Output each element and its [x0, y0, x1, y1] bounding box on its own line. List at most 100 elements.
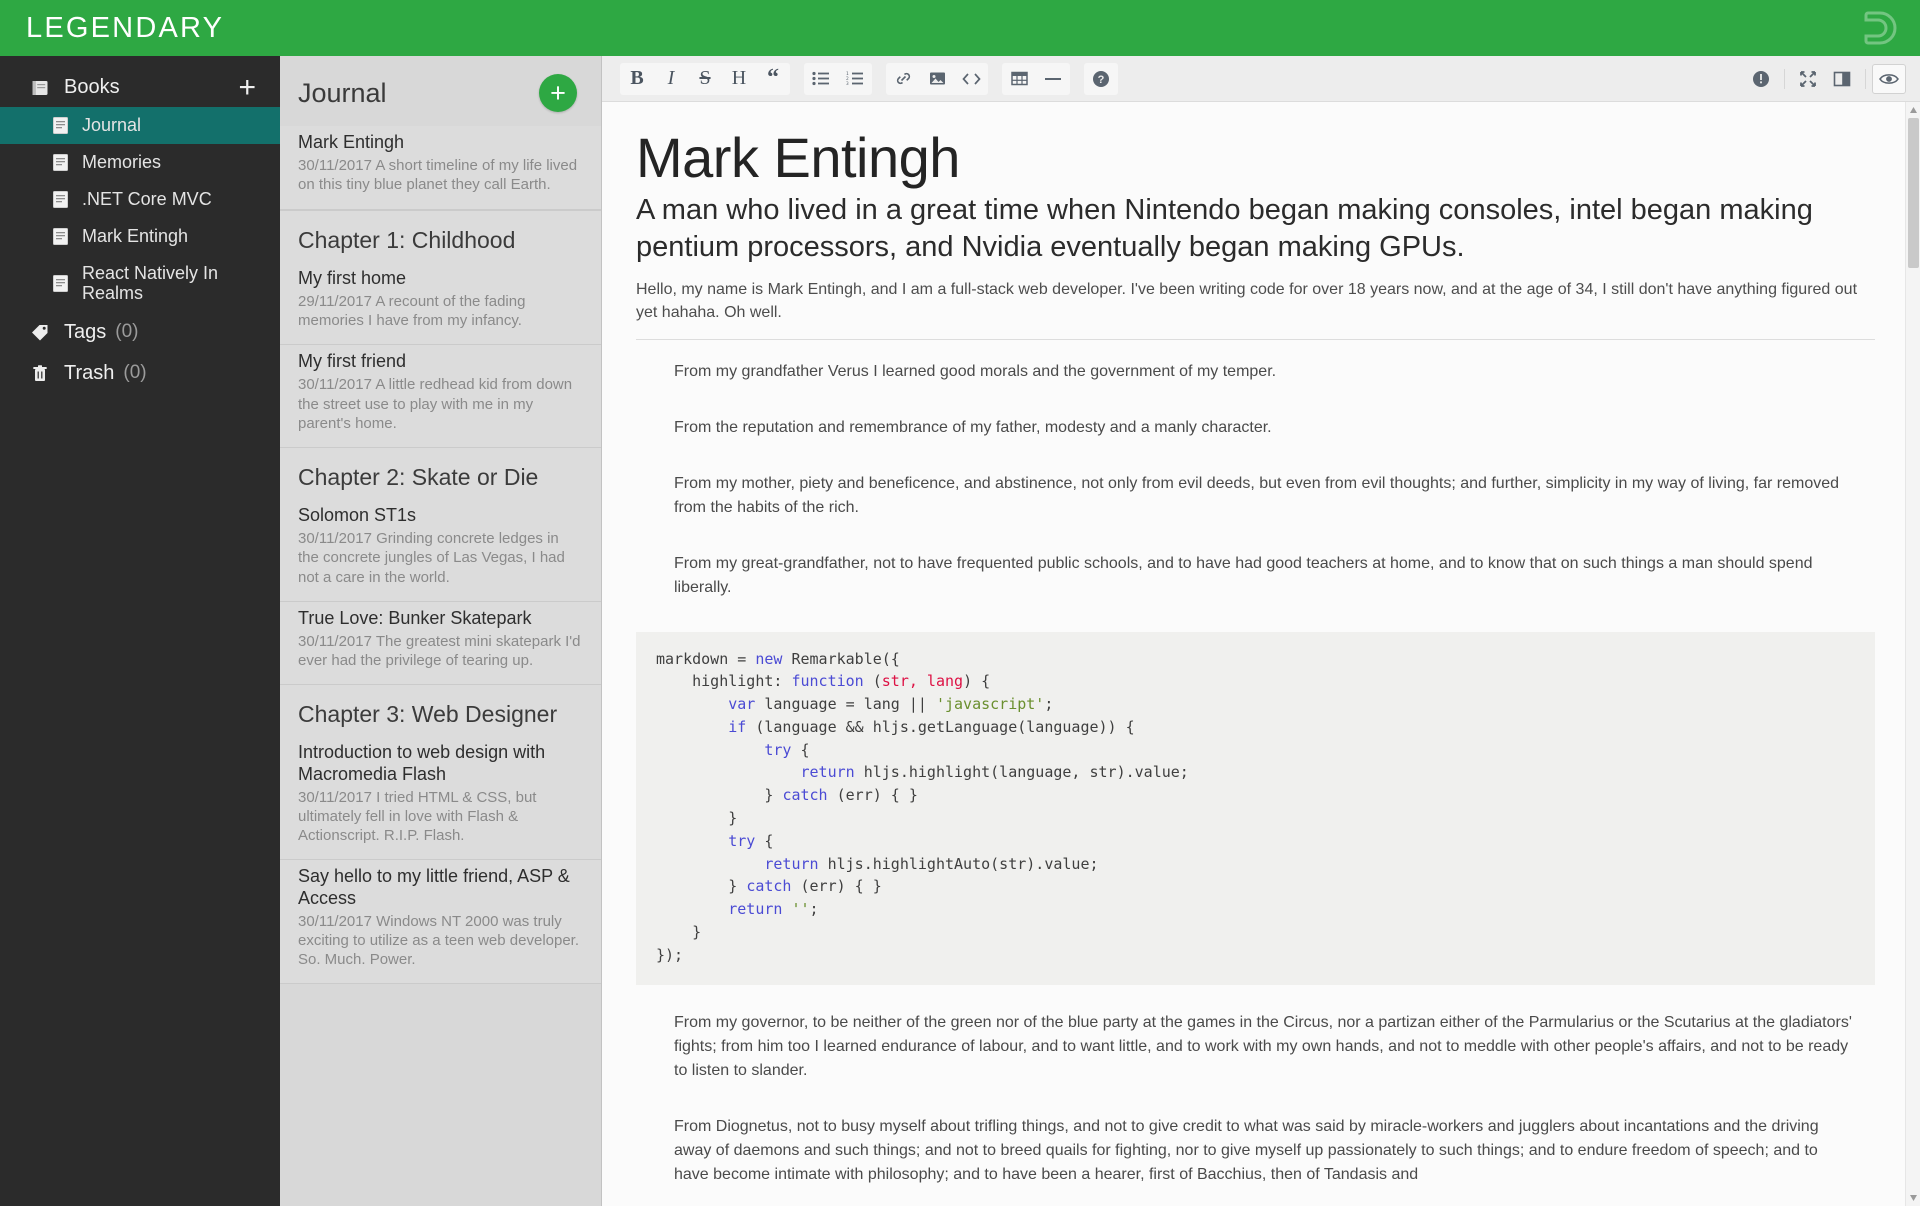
code-token: } — [656, 809, 738, 828]
toolbar-group-block — [1002, 62, 1070, 95]
list-item[interactable]: True Love: Bunker Skatepark 30/11/2017 T… — [280, 601, 601, 686]
note-icon — [52, 227, 69, 246]
note-title: My first home — [298, 267, 407, 288]
scrollbar-thumb[interactable] — [1908, 118, 1919, 268]
info-button[interactable] — [1744, 63, 1778, 95]
bold-button[interactable]: B — [620, 63, 654, 95]
code-token: try — [728, 831, 756, 850]
code-token: function — [791, 672, 864, 691]
sidebar-item-label: React Natively In Realms — [82, 263, 219, 304]
sidebar-trash-label: Trash — [64, 361, 115, 384]
note-group: Mark Entingh 30/11/2017 A short timeline… — [280, 126, 601, 211]
fullscreen-button[interactable] — [1791, 63, 1825, 95]
note-date: 29/11/2017 — [298, 292, 376, 310]
sidebar-item-memories[interactable]: Memories — [0, 144, 280, 181]
sidebar-tags-label: Tags — [64, 320, 107, 343]
divider — [636, 338, 1875, 340]
sidebar-item-dotnet-core-mvc[interactable]: .NET Core MVC — [0, 181, 280, 218]
code-token: ; — [809, 900, 819, 919]
note-date: 30/11/2017 — [298, 912, 377, 930]
book-icon — [30, 78, 50, 98]
code-token: ) { — [963, 672, 991, 691]
link-button[interactable] — [886, 63, 920, 95]
quote-button[interactable]: “ — [756, 63, 790, 95]
split-view-button[interactable] — [1825, 63, 1859, 95]
paragraph: From my mother, piety and beneficence, a… — [674, 474, 1840, 516]
code-button[interactable] — [954, 63, 988, 95]
note-list-panel: Journal + Mark Entingh 30/11/2017 A shor… — [280, 56, 602, 1206]
code-token: markdown = — [656, 649, 756, 668]
code-token: } — [656, 877, 747, 896]
sidebar-trash-count: (0) — [123, 362, 147, 384]
add-book-button[interactable]: + — [234, 72, 260, 102]
vertical-scrollbar[interactable] — [1905, 102, 1920, 1206]
help-button[interactable]: ? — [1084, 63, 1118, 95]
paragraph: From the reputation and remembrance of m… — [674, 418, 1272, 436]
chapter-heading: Chapter 2: Skate or Die — [280, 448, 601, 500]
toolbar-group-lists: 1 2 3 — [804, 62, 872, 95]
code-token: { — [755, 831, 774, 850]
note-title: Say hello to my little friend, ASP & Acc… — [298, 866, 570, 908]
code-token: catch — [782, 786, 828, 805]
code-token: return — [800, 763, 855, 782]
logo-mark-icon — [1864, 11, 1897, 45]
scroll-up-icon[interactable] — [1909, 106, 1918, 115]
main-area: Books + Journal Memories .NET Core MVC M… — [0, 56, 1920, 1206]
note-group: Chapter 1: Childhood My first home 29/11… — [280, 210, 601, 449]
sidebar-item-label: Mark Entingh — [82, 226, 189, 247]
numbered-list-button[interactable]: 1 2 3 — [838, 63, 872, 95]
list-item[interactable]: Mark Entingh 30/11/2017 A short timeline… — [280, 126, 601, 210]
scroll-down-icon[interactable] — [1909, 1193, 1918, 1202]
sidebar-item-journal[interactable]: Journal — [0, 107, 280, 144]
horizontal-rule-button[interactable] — [1036, 63, 1070, 95]
image-button[interactable] — [920, 63, 954, 95]
note-title: My first friend — [298, 351, 407, 372]
add-note-button[interactable]: + — [539, 74, 577, 112]
list-item[interactable]: Introduction to web design with Macromed… — [280, 736, 601, 861]
sidebar-item-tags[interactable]: Tags (0) — [0, 312, 280, 353]
code-token: hljs.highlight(language, str).value; — [854, 763, 1189, 782]
code-token: str, lang — [881, 672, 964, 691]
note-icon — [52, 116, 69, 135]
app-header: LEGENDARY — [0, 0, 1920, 56]
chapter-heading: Chapter 3: Web Designer — [280, 685, 601, 737]
tag-icon — [30, 322, 50, 342]
code-token: (err) { } — [791, 877, 882, 896]
editor-toolbar: B I S H “ 1 2 3 ? — [602, 56, 1920, 102]
list-item[interactable]: My first friend 30/11/2017 A little redh… — [280, 345, 601, 449]
sidebar-book-list: Journal Memories .NET Core MVC Mark Enti… — [0, 107, 280, 312]
sidebar-item-mark-entingh[interactable]: Mark Entingh — [0, 218, 280, 255]
note-icon — [52, 153, 69, 172]
italic-button[interactable]: I — [654, 63, 688, 95]
sidebar-item-react-natively-in-realms[interactable]: React Natively In Realms — [0, 255, 280, 312]
note-date: 30/11/2017 — [298, 530, 377, 548]
table-button[interactable] — [1002, 63, 1036, 95]
code-token: '' — [791, 900, 810, 919]
note-title: Mark Entingh — [298, 132, 405, 152]
code-token: (err) { } — [827, 786, 918, 805]
note-date: 30/11/2017 — [298, 157, 376, 175]
strike-button[interactable]: S — [688, 63, 722, 95]
document-content: Mark Entingh A man who lived in a great … — [602, 102, 1905, 1206]
paragraph: From my great-grandfather, not to have f… — [674, 554, 1813, 596]
code-token: } — [656, 923, 702, 942]
code-token: ; — [1044, 695, 1054, 714]
note-group: Chapter 2: Skate or Die Solomon ST1s 30/… — [280, 448, 601, 686]
sidebar-item-label: .NET Core MVC — [82, 189, 212, 210]
list-item[interactable]: Say hello to my little friend, ASP & Acc… — [280, 860, 601, 985]
page-title: Mark Entingh — [636, 126, 960, 189]
bullet-list-button[interactable] — [804, 63, 838, 95]
preview-button[interactable] — [1872, 63, 1906, 94]
list-item[interactable]: Solomon ST1s 30/11/2017 Grinding concret… — [280, 499, 601, 602]
app-brand: LEGENDARY — [26, 11, 225, 44]
heading-button[interactable]: H — [722, 63, 756, 95]
note-date: 30/11/2017 — [298, 376, 376, 394]
note-snippet: 30/11/2017 Grinding concrete ledges in t… — [298, 529, 583, 587]
sidebar-tags-count: (0) — [115, 321, 139, 343]
note-title: Solomon ST1s — [298, 505, 417, 526]
sidebar-item-trash[interactable]: Trash (0) — [0, 353, 280, 394]
list-item[interactable]: My first home 29/11/2017 A recount of th… — [280, 261, 601, 346]
editor-pane: B I S H “ 1 2 3 ? Mark Entingh A man who… — [602, 56, 1920, 1206]
